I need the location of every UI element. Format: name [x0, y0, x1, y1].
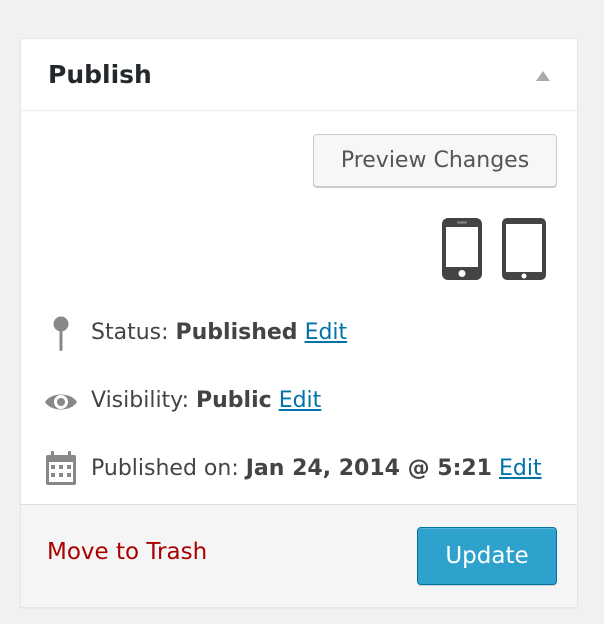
publishing-actions: Move to Trash Update: [21, 504, 577, 607]
visibility-value: Public: [196, 388, 272, 413]
update-button[interactable]: Update: [417, 527, 557, 585]
edit-date-link[interactable]: Edit: [499, 456, 542, 481]
status-value: Published: [175, 320, 298, 345]
published-on-row: Published on: Jan 24, 2014 @ 5:21 Edit: [21, 449, 577, 489]
visibility-label: Visibility:: [91, 388, 190, 413]
published-on-label: Published on:: [91, 456, 239, 481]
published-on-value: Jan 24, 2014 @ 5:21: [245, 456, 492, 481]
visibility-row: Visibility: Public Edit: [21, 381, 577, 421]
edit-status-link[interactable]: Edit: [305, 320, 348, 345]
preview-changes-button[interactable]: Preview Changes: [313, 134, 557, 187]
edit-visibility-link[interactable]: Edit: [279, 388, 322, 413]
publish-box: Publish Preview Changes Status: Publishe…: [20, 38, 578, 608]
move-to-trash-link[interactable]: Move to Trash: [47, 539, 207, 565]
tablet-icon[interactable]: [501, 217, 547, 285]
eye-icon: [43, 381, 79, 421]
triangle-up-icon[interactable]: [535, 67, 551, 81]
pin-icon: [43, 313, 79, 353]
status-label: Status:: [91, 320, 169, 345]
publish-box-header: Publish: [21, 39, 577, 111]
status-row: Status: Published Edit: [21, 313, 577, 353]
calendar-icon: [43, 449, 79, 489]
publish-box-title: Publish: [48, 60, 152, 89]
mobile-phone-icon[interactable]: [441, 217, 483, 285]
